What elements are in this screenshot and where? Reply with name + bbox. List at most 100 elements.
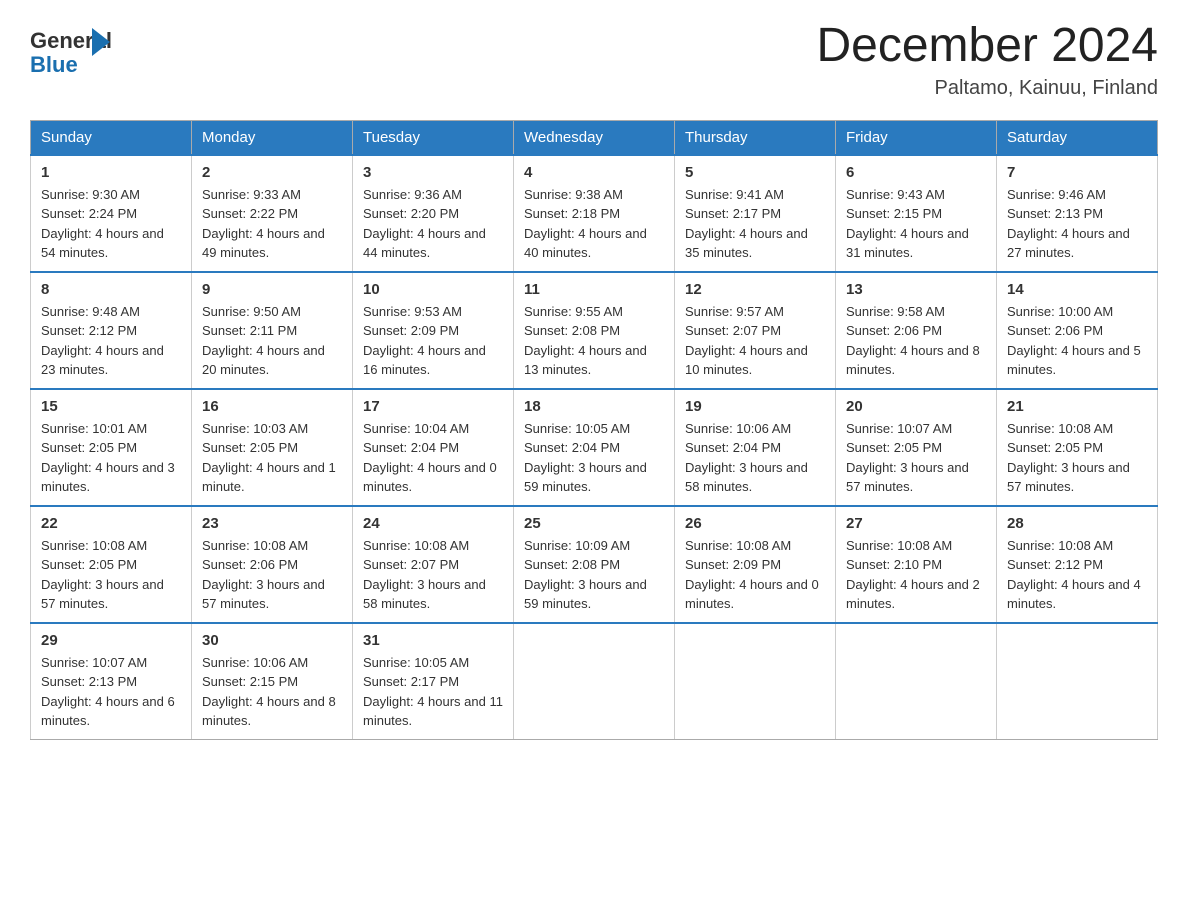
col-header-saturday: Saturday (997, 120, 1158, 155)
day-cell-30: 30 Sunrise: 10:06 AMSunset: 2:15 PMDayli… (192, 623, 353, 740)
week-row-1: 1 Sunrise: 9:30 AMSunset: 2:24 PMDayligh… (31, 155, 1158, 272)
day-cell-10: 10 Sunrise: 9:53 AMSunset: 2:09 PMDaylig… (353, 272, 514, 389)
day-number: 23 (202, 515, 342, 532)
day-info: Sunrise: 10:08 AMSunset: 2:05 PMDaylight… (41, 536, 181, 614)
day-cell-11: 11 Sunrise: 9:55 AMSunset: 2:08 PMDaylig… (514, 272, 675, 389)
day-cell-27: 27 Sunrise: 10:08 AMSunset: 2:10 PMDayli… (836, 506, 997, 623)
day-info: Sunrise: 10:08 AMSunset: 2:10 PMDaylight… (846, 536, 986, 614)
day-info: Sunrise: 9:38 AMSunset: 2:18 PMDaylight:… (524, 185, 664, 263)
day-number: 26 (685, 515, 825, 532)
day-number: 1 (41, 164, 181, 181)
day-info: Sunrise: 9:55 AMSunset: 2:08 PMDaylight:… (524, 302, 664, 380)
day-info: Sunrise: 10:06 AMSunset: 2:04 PMDaylight… (685, 419, 825, 497)
day-info: Sunrise: 10:08 AMSunset: 2:05 PMDaylight… (1007, 419, 1147, 497)
day-cell-28: 28 Sunrise: 10:08 AMSunset: 2:12 PMDayli… (997, 506, 1158, 623)
week-row-3: 15 Sunrise: 10:01 AMSunset: 2:05 PMDayli… (31, 389, 1158, 506)
day-info: Sunrise: 10:07 AMSunset: 2:13 PMDaylight… (41, 653, 181, 731)
week-row-4: 22 Sunrise: 10:08 AMSunset: 2:05 PMDayli… (31, 506, 1158, 623)
day-cell-17: 17 Sunrise: 10:04 AMSunset: 2:04 PMDayli… (353, 389, 514, 506)
day-info: Sunrise: 10:01 AMSunset: 2:05 PMDaylight… (41, 419, 181, 497)
day-cell-16: 16 Sunrise: 10:03 AMSunset: 2:05 PMDayli… (192, 389, 353, 506)
col-header-sunday: Sunday (31, 120, 192, 155)
location-title: Paltamo, Kainuu, Finland (816, 77, 1158, 100)
empty-cell (675, 623, 836, 740)
day-info: Sunrise: 10:08 AMSunset: 2:09 PMDaylight… (685, 536, 825, 614)
day-cell-25: 25 Sunrise: 10:09 AMSunset: 2:08 PMDayli… (514, 506, 675, 623)
day-info: Sunrise: 10:06 AMSunset: 2:15 PMDaylight… (202, 653, 342, 731)
day-number: 22 (41, 515, 181, 532)
day-info: Sunrise: 10:05 AMSunset: 2:17 PMDaylight… (363, 653, 503, 731)
logo-icon: General Blue (30, 20, 120, 80)
day-number: 8 (41, 281, 181, 298)
month-title: December 2024 (816, 20, 1158, 73)
day-info: Sunrise: 10:08 AMSunset: 2:12 PMDaylight… (1007, 536, 1147, 614)
day-number: 24 (363, 515, 503, 532)
day-info: Sunrise: 9:53 AMSunset: 2:09 PMDaylight:… (363, 302, 503, 380)
day-cell-24: 24 Sunrise: 10:08 AMSunset: 2:07 PMDayli… (353, 506, 514, 623)
page-header: General Blue December 2024 Paltamo, Kain… (30, 20, 1158, 100)
day-number: 12 (685, 281, 825, 298)
day-cell-2: 2 Sunrise: 9:33 AMSunset: 2:22 PMDayligh… (192, 155, 353, 272)
day-number: 20 (846, 398, 986, 415)
day-cell-29: 29 Sunrise: 10:07 AMSunset: 2:13 PMDayli… (31, 623, 192, 740)
day-number: 3 (363, 164, 503, 181)
empty-cell (997, 623, 1158, 740)
day-number: 18 (524, 398, 664, 415)
day-info: Sunrise: 10:03 AMSunset: 2:05 PMDaylight… (202, 419, 342, 497)
day-cell-1: 1 Sunrise: 9:30 AMSunset: 2:24 PMDayligh… (31, 155, 192, 272)
day-number: 5 (685, 164, 825, 181)
day-info: Sunrise: 9:43 AMSunset: 2:15 PMDaylight:… (846, 185, 986, 263)
day-number: 10 (363, 281, 503, 298)
day-info: Sunrise: 10:05 AMSunset: 2:04 PMDaylight… (524, 419, 664, 497)
svg-text:Blue: Blue (30, 52, 78, 77)
day-info: Sunrise: 9:57 AMSunset: 2:07 PMDaylight:… (685, 302, 825, 380)
day-cell-22: 22 Sunrise: 10:08 AMSunset: 2:05 PMDayli… (31, 506, 192, 623)
day-cell-18: 18 Sunrise: 10:05 AMSunset: 2:04 PMDayli… (514, 389, 675, 506)
empty-cell (514, 623, 675, 740)
day-info: Sunrise: 10:09 AMSunset: 2:08 PMDaylight… (524, 536, 664, 614)
day-info: Sunrise: 9:48 AMSunset: 2:12 PMDaylight:… (41, 302, 181, 380)
day-cell-23: 23 Sunrise: 10:08 AMSunset: 2:06 PMDayli… (192, 506, 353, 623)
day-info: Sunrise: 9:50 AMSunset: 2:11 PMDaylight:… (202, 302, 342, 380)
day-cell-31: 31 Sunrise: 10:05 AMSunset: 2:17 PMDayli… (353, 623, 514, 740)
week-row-5: 29 Sunrise: 10:07 AMSunset: 2:13 PMDayli… (31, 623, 1158, 740)
day-cell-26: 26 Sunrise: 10:08 AMSunset: 2:09 PMDayli… (675, 506, 836, 623)
calendar-table: SundayMondayTuesdayWednesdayThursdayFrid… (30, 120, 1158, 740)
day-info: Sunrise: 9:46 AMSunset: 2:13 PMDaylight:… (1007, 185, 1147, 263)
day-number: 19 (685, 398, 825, 415)
day-number: 9 (202, 281, 342, 298)
day-number: 28 (1007, 515, 1147, 532)
day-cell-4: 4 Sunrise: 9:38 AMSunset: 2:18 PMDayligh… (514, 155, 675, 272)
day-number: 14 (1007, 281, 1147, 298)
day-number: 2 (202, 164, 342, 181)
day-number: 13 (846, 281, 986, 298)
week-row-2: 8 Sunrise: 9:48 AMSunset: 2:12 PMDayligh… (31, 272, 1158, 389)
day-cell-14: 14 Sunrise: 10:00 AMSunset: 2:06 PMDayli… (997, 272, 1158, 389)
day-cell-6: 6 Sunrise: 9:43 AMSunset: 2:15 PMDayligh… (836, 155, 997, 272)
day-number: 6 (846, 164, 986, 181)
day-info: Sunrise: 10:08 AMSunset: 2:07 PMDaylight… (363, 536, 503, 614)
day-info: Sunrise: 9:30 AMSunset: 2:24 PMDaylight:… (41, 185, 181, 263)
day-number: 27 (846, 515, 986, 532)
day-info: Sunrise: 9:33 AMSunset: 2:22 PMDaylight:… (202, 185, 342, 263)
day-info: Sunrise: 9:41 AMSunset: 2:17 PMDaylight:… (685, 185, 825, 263)
day-info: Sunrise: 10:08 AMSunset: 2:06 PMDaylight… (202, 536, 342, 614)
day-cell-3: 3 Sunrise: 9:36 AMSunset: 2:20 PMDayligh… (353, 155, 514, 272)
day-cell-8: 8 Sunrise: 9:48 AMSunset: 2:12 PMDayligh… (31, 272, 192, 389)
day-cell-21: 21 Sunrise: 10:08 AMSunset: 2:05 PMDayli… (997, 389, 1158, 506)
day-cell-7: 7 Sunrise: 9:46 AMSunset: 2:13 PMDayligh… (997, 155, 1158, 272)
day-number: 4 (524, 164, 664, 181)
col-header-monday: Monday (192, 120, 353, 155)
title-section: December 2024 Paltamo, Kainuu, Finland (816, 20, 1158, 100)
col-header-thursday: Thursday (675, 120, 836, 155)
day-number: 21 (1007, 398, 1147, 415)
day-info: Sunrise: 9:58 AMSunset: 2:06 PMDaylight:… (846, 302, 986, 380)
day-number: 17 (363, 398, 503, 415)
day-number: 31 (363, 632, 503, 649)
day-info: Sunrise: 10:04 AMSunset: 2:04 PMDaylight… (363, 419, 503, 497)
col-header-friday: Friday (836, 120, 997, 155)
day-cell-19: 19 Sunrise: 10:06 AMSunset: 2:04 PMDayli… (675, 389, 836, 506)
day-cell-20: 20 Sunrise: 10:07 AMSunset: 2:05 PMDayli… (836, 389, 997, 506)
day-number: 29 (41, 632, 181, 649)
day-info: Sunrise: 9:36 AMSunset: 2:20 PMDaylight:… (363, 185, 503, 263)
